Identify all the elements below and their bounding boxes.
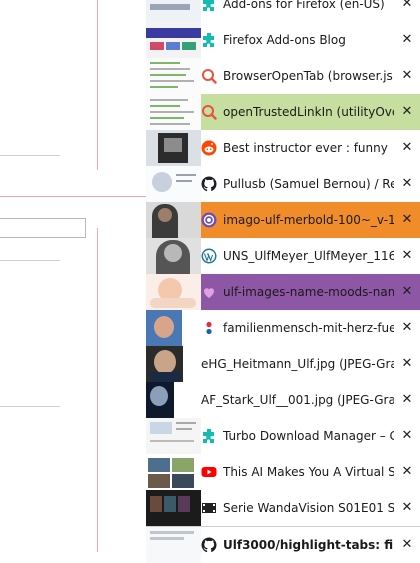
film-icon [201, 500, 217, 516]
close-tab-button[interactable]: ✕ [394, 382, 420, 418]
tab-item[interactable]: imago-ulf-merbold-100~_v-16 ✕ [146, 202, 420, 238]
tab-thumbnail [146, 0, 201, 22]
tab-title: Turbo Download Manager – Ge [223, 429, 394, 443]
divider [0, 155, 60, 156]
heart-icon [201, 284, 217, 300]
guide-line [0, 196, 146, 197]
tab-thumbnail [146, 346, 201, 382]
tab-thumbnail [146, 490, 201, 526]
searchfox-icon [201, 104, 217, 120]
tab-title: openTrustedLinkIn (utilityOverl [223, 105, 394, 119]
tab-thumbnail [146, 382, 201, 418]
close-tab-button[interactable]: ✕ [394, 202, 420, 238]
github-icon [201, 537, 217, 553]
puzzle-icon [201, 32, 217, 48]
close-tab-button[interactable]: ✕ [394, 346, 420, 382]
tab-thumbnail [146, 22, 201, 58]
tab-item[interactable]: Serie WandaVision S01E01 Strea ✕ [146, 490, 420, 526]
divider [0, 260, 60, 261]
close-tab-button[interactable]: ✕ [394, 418, 420, 454]
searchfox-icon [201, 68, 217, 84]
youtube-icon [201, 464, 217, 480]
tab-item-active[interactable]: Ulf3000/highlight-tabs: firef ✕ [146, 526, 420, 563]
text-field[interactable] [0, 218, 86, 238]
tab-title: ulf-images-name-moods-nam [223, 285, 394, 299]
tab-title: Firefox Add-ons Blog [223, 33, 346, 47]
tab-thumbnail [146, 274, 201, 310]
guide-line [97, 0, 98, 170]
wordpress-icon [201, 248, 217, 264]
tab-title: Serie WandaVision S01E01 Strea [223, 501, 394, 515]
tab-title: This AI Makes You A Virtual Stu [223, 465, 394, 479]
close-tab-button[interactable]: ✕ [394, 490, 420, 526]
dots-icon [201, 320, 217, 336]
tab-item[interactable]: BrowserOpenTab (browser.js - ✕ [146, 58, 420, 94]
tor-icon [201, 212, 217, 228]
tab-thumbnail [146, 202, 201, 238]
tab-title: imago-ulf-merbold-100~_v-16 [223, 213, 394, 227]
tab-item[interactable]: ulf-images-name-moods-nam ✕ [146, 274, 420, 310]
close-tab-button[interactable]: ✕ [394, 310, 420, 346]
close-tab-button[interactable]: ✕ [394, 58, 420, 94]
tab-thumbnail [146, 58, 201, 94]
tab-title: eHG_Heitmann_Ulf.jpg (JPEG-Grafi [201, 357, 394, 371]
tab-item[interactable]: familienmensch-mit-herz-fuer ✕ [146, 310, 420, 346]
tab-title: Ulf3000/highlight-tabs: firef [223, 538, 394, 552]
tab-item[interactable]: This AI Makes You A Virtual Stu ✕ [146, 454, 420, 490]
close-tab-button[interactable]: ✕ [394, 238, 420, 274]
tab-title: AF_Stark_Ulf__001.jpg (JPEG-Grafik [201, 393, 394, 407]
tab-thumbnail [146, 310, 201, 346]
tab-title: BrowserOpenTab (browser.js - [223, 69, 394, 83]
tab-item[interactable]: UNS_UlfMeyer_UlfMeyer_1168x ✕ [146, 238, 420, 274]
close-tab-button[interactable]: ✕ [394, 274, 420, 310]
tab-thumbnail [146, 166, 201, 202]
tab-item[interactable]: openTrustedLinkIn (utilityOverl ✕ [146, 94, 420, 130]
reddit-icon [201, 140, 217, 156]
tab-list: Add-ons for Firefox (en-US) ✕ Firefox Ad… [146, 0, 420, 563]
tab-item[interactable]: Pullusb (Samuel Bernou) / Rep ✕ [146, 166, 420, 202]
tab-item[interactable]: Add-ons for Firefox (en-US) ✕ [146, 0, 420, 22]
tab-thumbnail [146, 527, 201, 563]
tab-thumbnail [146, 454, 201, 490]
guide-line [97, 228, 98, 552]
close-tab-button[interactable]: ✕ [394, 166, 420, 202]
tab-thumbnail [146, 94, 201, 130]
tab-item[interactable]: Firefox Add-ons Blog ✕ [146, 22, 420, 58]
divider [0, 406, 60, 407]
close-tab-button[interactable]: ✕ [394, 130, 420, 166]
tab-title: Best instructor ever : funny [223, 141, 388, 155]
github-icon [201, 176, 217, 192]
close-tab-button[interactable]: ✕ [394, 454, 420, 490]
tab-item[interactable]: Best instructor ever : funny ✕ [146, 130, 420, 166]
close-tab-button[interactable]: ✕ [394, 22, 420, 58]
tab-item[interactable]: Turbo Download Manager – Ge ✕ [146, 418, 420, 454]
tab-thumbnail [146, 418, 201, 454]
tab-title: UNS_UlfMeyer_UlfMeyer_1168x [223, 249, 394, 263]
tab-title: familienmensch-mit-herz-fuer [223, 321, 394, 335]
close-tab-button[interactable]: ✕ [394, 527, 420, 563]
tab-title: Pullusb (Samuel Bernou) / Rep [223, 177, 394, 191]
puzzle-icon [201, 428, 217, 444]
tab-title: Add-ons for Firefox (en-US) [223, 0, 385, 11]
tab-item[interactable]: eHG_Heitmann_Ulf.jpg (JPEG-Grafi ✕ [146, 346, 420, 382]
tab-item[interactable]: AF_Stark_Ulf__001.jpg (JPEG-Grafik ✕ [146, 382, 420, 418]
background-page [0, 0, 146, 552]
close-tab-button[interactable]: ✕ [394, 0, 420, 22]
tab-thumbnail [146, 238, 201, 274]
puzzle-icon [201, 0, 217, 12]
close-tab-button[interactable]: ✕ [394, 94, 420, 130]
tab-thumbnail [146, 130, 201, 166]
